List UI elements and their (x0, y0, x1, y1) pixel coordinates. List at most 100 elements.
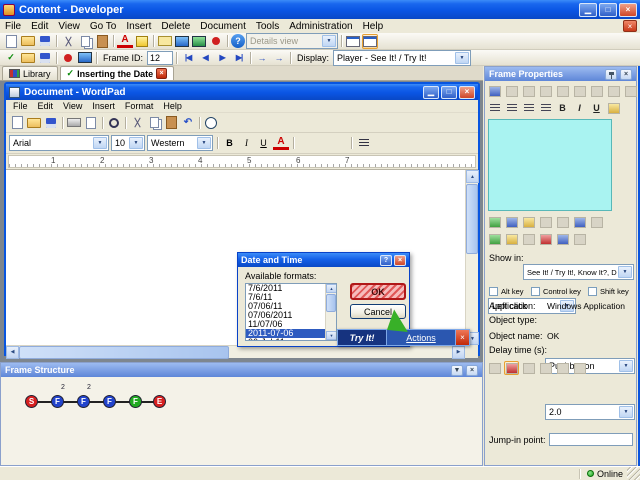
wordpad-maximize-button[interactable]: □ (441, 85, 457, 99)
panel-toolbar-icon[interactable] (623, 84, 638, 98)
wordpad-titlebar[interactable]: Document - WordPad ▁ □ × (6, 84, 478, 100)
minimize-button[interactable]: ▁ (579, 2, 597, 17)
frame-node-start[interactable]: S (25, 395, 38, 408)
frame-node-end[interactable]: E (153, 395, 166, 408)
dropdown-arrow-icon[interactable]: ▼ (322, 35, 336, 47)
tab-inserting-the-date[interactable]: ✓ Inserting the Date × (59, 66, 175, 80)
resize-grip[interactable] (627, 467, 640, 480)
align-left-icon[interactable] (487, 101, 502, 115)
panel-toolbar-icon[interactable] (504, 215, 519, 229)
pin-icon[interactable] (605, 68, 617, 80)
dropdown-arrow-icon[interactable]: ▼ (129, 137, 143, 149)
help-icon[interactable]: ? (231, 34, 245, 48)
italic-button[interactable]: I (572, 101, 587, 115)
display-combo[interactable]: Player - See It! / Try It! ▼ (333, 49, 472, 66)
alt-key-checkbox[interactable] (489, 287, 498, 296)
panel-dropdown-button[interactable]: ▼ (451, 364, 463, 376)
dropdown-arrow-icon[interactable]: ▼ (618, 266, 632, 278)
wp-new-icon[interactable] (9, 115, 25, 130)
scroll-right-button[interactable]: ▶ (452, 345, 465, 359)
frame-capture-icon[interactable] (77, 50, 93, 65)
highlight-icon[interactable] (134, 34, 150, 49)
wordpad-minimize-button[interactable]: ▁ (423, 85, 439, 99)
list-scrollbar[interactable]: ▲ ▼ (325, 284, 336, 340)
panel-toolbar-icon[interactable] (538, 232, 553, 246)
tab-close-button[interactable]: × (156, 68, 168, 79)
frame-save-icon[interactable] (37, 50, 53, 65)
font-color-icon[interactable]: A (117, 34, 133, 48)
jump-in-point-input[interactable] (549, 433, 633, 446)
highlight-object-icon[interactable] (504, 361, 519, 375)
menu-tools[interactable]: Tools (251, 19, 284, 33)
wp-print-preview-icon[interactable] (83, 115, 99, 130)
wordpad-close-button[interactable]: × (459, 85, 475, 99)
panel-toolbar-icon[interactable] (555, 232, 570, 246)
wp-open-icon[interactable] (26, 115, 42, 130)
next-frame-icon[interactable]: ▶ (214, 50, 230, 65)
shift-key-checkbox[interactable] (588, 287, 597, 296)
new-icon[interactable] (3, 34, 19, 49)
previous-frame-icon[interactable]: ◀ (197, 50, 213, 65)
dropdown-arrow-icon[interactable]: ▼ (197, 137, 211, 149)
panel-toolbar-icon[interactable] (538, 215, 553, 229)
first-frame-icon[interactable]: |◀ (180, 50, 196, 65)
panel-toolbar-icon[interactable] (521, 84, 536, 98)
frame-node[interactable]: F (77, 395, 90, 408)
ok-button[interactable]: OK (350, 283, 406, 300)
bold-button[interactable]: B (555, 101, 570, 115)
panel-toolbar-icon[interactable] (487, 215, 502, 229)
list-scroll-down-button[interactable]: ▼ (326, 331, 336, 340)
wordpad-menu-format[interactable]: Format (120, 100, 159, 113)
wp-font-color-icon[interactable]: A (273, 136, 289, 150)
align-right-icon[interactable] (521, 101, 536, 115)
font-size-combo[interactable]: 10 ▼ (111, 135, 145, 151)
panel-toolbar-icon[interactable] (521, 232, 536, 246)
menubar-close-button[interactable]: × (623, 20, 637, 32)
window-view-active-icon[interactable] (362, 33, 378, 49)
copy-icon[interactable] (77, 34, 93, 49)
menu-document[interactable]: Document (195, 19, 251, 33)
open-icon[interactable] (20, 34, 36, 49)
panel-toolbar-icon[interactable] (572, 215, 587, 229)
menu-help[interactable]: Help (358, 19, 389, 33)
panel-toolbar-icon[interactable] (589, 84, 604, 98)
menu-view[interactable]: View (53, 19, 85, 33)
frame-id-input[interactable] (147, 50, 174, 65)
panel-toolbar-icon[interactable] (555, 215, 570, 229)
panel-toolbar-icon[interactable] (487, 232, 502, 246)
wp-copy-icon[interactable] (146, 115, 162, 130)
format-item[interactable]: 06-Jul-11 (246, 338, 336, 341)
panel-toolbar-icon[interactable] (572, 84, 587, 98)
wp-undo-icon[interactable]: ↶ (180, 115, 196, 130)
wp-paste-icon[interactable] (163, 115, 179, 130)
save-icon[interactable] (37, 34, 53, 49)
menu-file[interactable]: File (0, 19, 26, 33)
bold-button[interactable]: B (222, 136, 237, 151)
maximize-button[interactable]: □ (599, 2, 617, 17)
italic-button[interactable]: I (239, 136, 254, 151)
wordpad-menu-insert[interactable]: Insert (87, 100, 120, 113)
close-button[interactable]: × (619, 2, 637, 17)
wp-cut-icon[interactable] (129, 115, 145, 130)
bullets-icon[interactable] (356, 136, 372, 151)
panel-toolbar-icon[interactable] (589, 215, 604, 229)
show-in-combo[interactable]: See It! / Try It!, Know It?, Do It! ▼ (523, 264, 634, 280)
vertical-scroll-thumb[interactable] (466, 184, 478, 254)
frame-node[interactable]: F (51, 395, 64, 408)
align-center-icon[interactable] (504, 101, 519, 115)
wordpad-menu-view[interactable]: View (58, 100, 87, 113)
last-frame-icon[interactable]: ▶| (231, 50, 247, 65)
horizontal-scroll-thumb[interactable] (19, 345, 229, 359)
frame-structure-canvas[interactable]: S F F F F E 2 2 (1, 377, 482, 465)
formats-listbox[interactable]: 7/6/2011 7/6/11 07/06/11 07/06/2011 11/0… (245, 283, 337, 341)
dialog-help-button[interactable]: ? (380, 254, 392, 266)
frame-properties-close-button[interactable]: × (620, 68, 632, 80)
goto-frame-icon[interactable]: → (254, 50, 270, 65)
dialog-titlebar[interactable]: Date and Time ? × (238, 253, 409, 267)
align-left-icon[interactable] (298, 136, 313, 150)
menu-edit[interactable]: Edit (26, 19, 53, 33)
panel-toolbar-icon[interactable] (521, 215, 536, 229)
details-view-combo[interactable]: Details view ▼ (246, 33, 338, 49)
menu-administration[interactable]: Administration (284, 19, 357, 33)
list-scroll-up-button[interactable]: ▲ (326, 284, 336, 293)
